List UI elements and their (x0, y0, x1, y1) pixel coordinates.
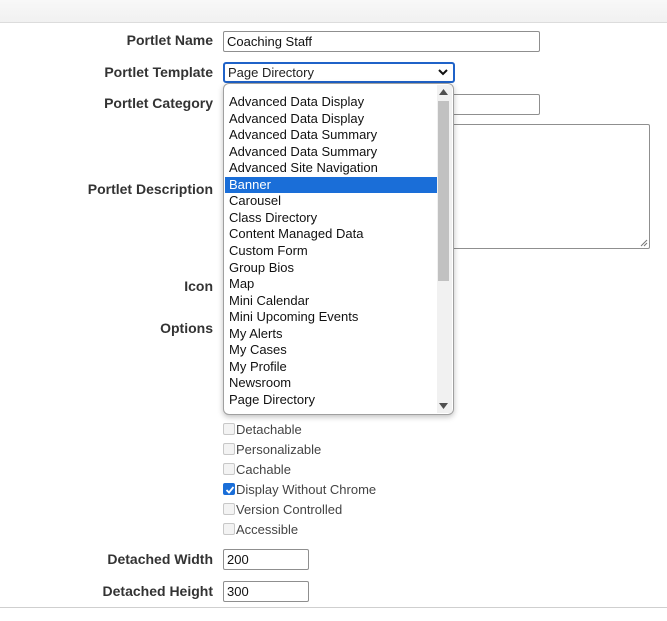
bottom-divider (0, 607, 667, 608)
cachable-checkbox[interactable] (223, 463, 235, 475)
top-toolbar-strip (0, 0, 667, 23)
dropdown-option[interactable]: My Cases (225, 342, 437, 358)
detached-height-input[interactable]: 300 (223, 581, 309, 602)
dropdown-option[interactable]: Map (225, 276, 437, 292)
option-detachable[interactable]: Detachable (223, 421, 302, 437)
dropdown-option[interactable]: Group Bios (225, 260, 437, 276)
options-label: Options (160, 320, 213, 336)
portlet-category-label: Portlet Category (104, 95, 213, 111)
dropdown-option[interactable]: Advanced Site Navigation (225, 160, 437, 176)
dropdown-option[interactable]: Mini Calendar (225, 293, 437, 309)
portlet-description-label: Portlet Description (87, 181, 213, 197)
scroll-down-arrow-icon[interactable] (439, 403, 448, 409)
personalizable-checkbox[interactable] (223, 443, 235, 455)
accessible-label: Accessible (236, 521, 299, 537)
portlet-template-selected-value: Page Directory (228, 65, 314, 80)
dropdown-option[interactable]: Class Directory (225, 210, 437, 226)
dropdown-option[interactable]: My Alerts (225, 326, 437, 342)
portlet-template-select[interactable]: Page Directory (223, 62, 455, 83)
option-accessible[interactable]: Accessible (223, 521, 298, 537)
portlet-category-input[interactable] (452, 94, 540, 115)
detached-width-label: Detached Width (107, 551, 213, 567)
portlet-template-label: Portlet Template (104, 64, 213, 80)
chevron-down-icon (438, 69, 448, 76)
checkmark-icon (225, 486, 235, 494)
dropdown-scroll-thumb[interactable] (438, 101, 449, 281)
dropdown-option[interactable]: Custom Form (225, 243, 437, 259)
dropdown-option[interactable] (225, 84, 437, 94)
cachable-label: Cachable (236, 461, 291, 477)
portlet-name-label: Portlet Name (126, 32, 213, 48)
detachable-label: Detachable (236, 421, 302, 437)
dropdown-scrollbar[interactable] (437, 85, 452, 413)
display-without-chrome-label: Display Without Chrome (236, 481, 377, 497)
option-display-without-chrome[interactable]: Display Without Chrome (223, 481, 376, 497)
option-version-controlled[interactable]: Version Controlled (223, 501, 342, 517)
display-without-chrome-checkbox[interactable] (223, 483, 235, 495)
version-controlled-label: Version Controlled (236, 501, 343, 517)
dropdown-option[interactable]: Advanced Data Summary (225, 144, 437, 160)
detachable-checkbox[interactable] (223, 423, 235, 435)
detached-width-input[interactable]: 200 (223, 549, 309, 570)
dropdown-option[interactable]: Carousel (225, 193, 437, 209)
dropdown-option[interactable]: Advanced Data Display (225, 94, 437, 110)
portlet-description-textarea[interactable] (452, 124, 650, 249)
dropdown-option[interactable]: Advanced Data Display (225, 111, 437, 127)
personalizable-label: Personalizable (236, 441, 322, 457)
version-controlled-checkbox[interactable] (223, 503, 235, 515)
icon-label: Icon (184, 278, 213, 294)
portlet-name-input[interactable]: Coaching Staff (223, 31, 540, 52)
resize-grip-icon[interactable] (639, 238, 648, 247)
scroll-up-arrow-icon[interactable] (439, 89, 448, 95)
dropdown-option[interactable]: Advanced Data Summary (225, 127, 437, 143)
dropdown-option[interactable]: Mini Upcoming Events (225, 309, 437, 325)
dropdown-option[interactable]: Page Directory (225, 392, 437, 408)
option-cachable[interactable]: Cachable (223, 461, 291, 477)
dropdown-option[interactable]: My Profile (225, 359, 437, 375)
dropdown-option[interactable]: Content Managed Data (225, 226, 437, 242)
portlet-template-dropdown-list[interactable]: Advanced Data Display Advanced Data Displ… (223, 83, 454, 415)
option-personalizable[interactable]: Personalizable (223, 441, 321, 457)
accessible-checkbox[interactable] (223, 523, 235, 535)
detached-height-label: Detached Height (102, 583, 213, 599)
dropdown-option[interactable]: Banner (225, 176, 437, 194)
dropdown-option[interactable]: Newsroom (225, 375, 437, 391)
